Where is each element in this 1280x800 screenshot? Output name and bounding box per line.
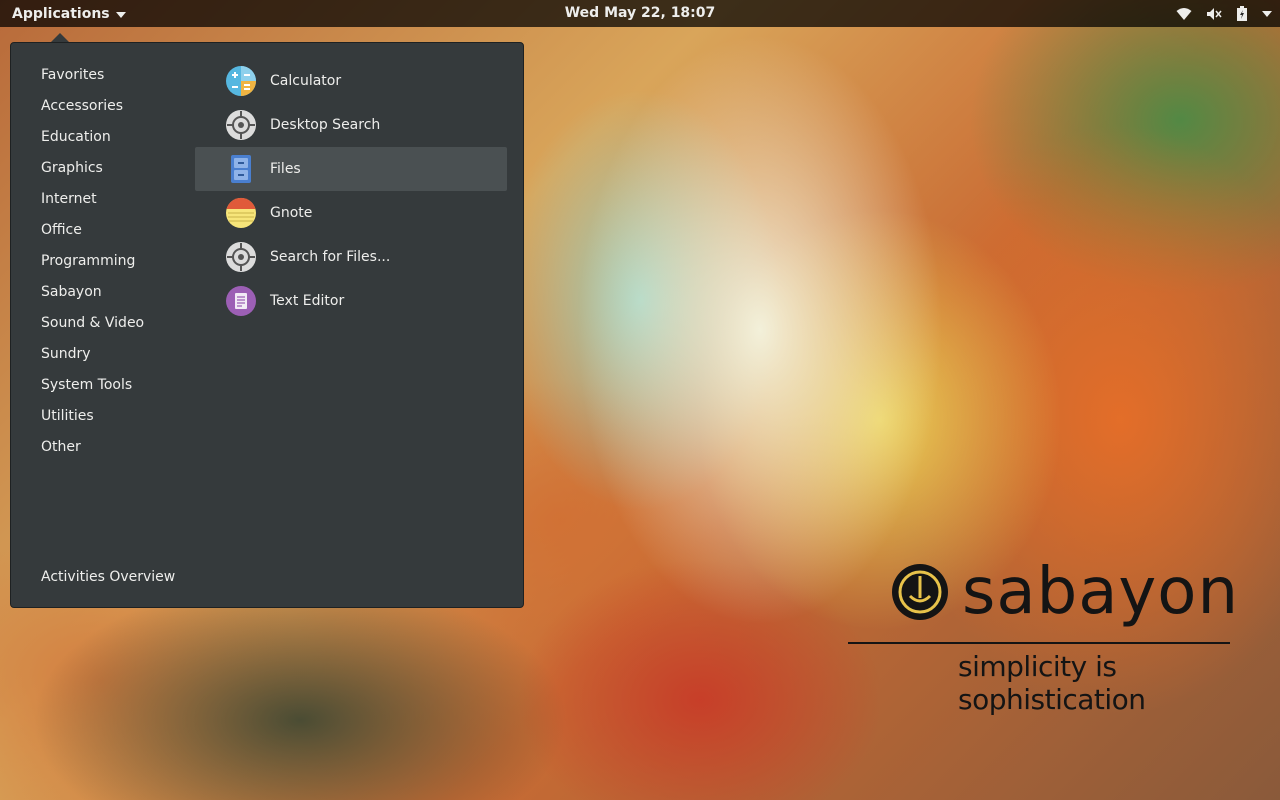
- clock-label[interactable]: Wed May 22, 18:07: [565, 5, 716, 21]
- app-label: Calculator: [270, 73, 342, 89]
- text-editor-icon: [225, 285, 257, 317]
- desktop-search-icon: [225, 109, 257, 141]
- category-item-internet[interactable]: Internet: [41, 188, 144, 219]
- app-label: Files: [270, 161, 301, 177]
- category-item-accessories[interactable]: Accessories: [41, 95, 144, 126]
- top-bar: Applications Wed May 22, 18:07: [0, 0, 1280, 27]
- clock: Wed May 22, 18:07: [0, 0, 1280, 27]
- wifi-icon: [1176, 7, 1192, 21]
- app-item-desktop-search[interactable]: Desktop Search: [195, 103, 507, 147]
- category-item-sound-video[interactable]: Sound & Video: [41, 312, 144, 343]
- app-item-calculator[interactable]: Calculator: [195, 59, 507, 103]
- battery-charging-icon: [1236, 5, 1248, 22]
- app-label: Desktop Search: [270, 117, 381, 133]
- volume-muted-icon: [1206, 7, 1222, 21]
- app-item-text-editor[interactable]: Text Editor: [195, 279, 507, 323]
- app-item-files[interactable]: Files: [195, 147, 507, 191]
- app-item-search-for-files[interactable]: Search for Files...: [195, 235, 507, 279]
- app-item-gnote[interactable]: Gnote: [195, 191, 507, 235]
- category-item-favorites[interactable]: Favorites: [41, 64, 144, 95]
- sabayon-logo: sabayon: [890, 552, 1270, 652]
- category-item-programming[interactable]: Programming: [41, 250, 144, 281]
- chevron-down-icon: [1262, 10, 1272, 18]
- gnote-icon: [225, 197, 257, 229]
- category-list: Favorites Accessories Education Graphics…: [41, 64, 144, 467]
- applications-menu-button[interactable]: Applications: [4, 0, 134, 27]
- brand-divider: [848, 642, 1230, 644]
- brand-tagline: simplicity is sophistication: [958, 650, 1146, 716]
- app-label: Text Editor: [270, 293, 345, 309]
- system-tray[interactable]: [1176, 0, 1272, 27]
- app-list: Calculator Desktop Search Files Gnote Se…: [195, 59, 507, 323]
- category-item-utilities[interactable]: Utilities: [41, 405, 144, 436]
- activities-overview-button[interactable]: Activities Overview: [41, 569, 175, 585]
- category-item-sabayon[interactable]: Sabayon: [41, 281, 144, 312]
- chevron-down-icon: [115, 11, 126, 18]
- app-label: Gnote: [270, 205, 313, 221]
- category-item-education[interactable]: Education: [41, 126, 144, 157]
- search-files-icon: [225, 241, 257, 273]
- category-item-other[interactable]: Other: [41, 436, 144, 467]
- sabayon-emblem-icon: [892, 564, 948, 620]
- files-icon: [225, 153, 257, 185]
- applications-label: Applications: [12, 5, 110, 22]
- calculator-icon: [225, 65, 257, 97]
- category-item-sundry[interactable]: Sundry: [41, 343, 144, 374]
- category-item-graphics[interactable]: Graphics: [41, 157, 144, 188]
- brand-wordmark: sabayon: [962, 555, 1239, 629]
- category-item-office[interactable]: Office: [41, 219, 144, 250]
- applications-menu: Favorites Accessories Education Graphics…: [10, 42, 524, 608]
- category-item-system-tools[interactable]: System Tools: [41, 374, 144, 405]
- app-label: Search for Files...: [270, 249, 391, 265]
